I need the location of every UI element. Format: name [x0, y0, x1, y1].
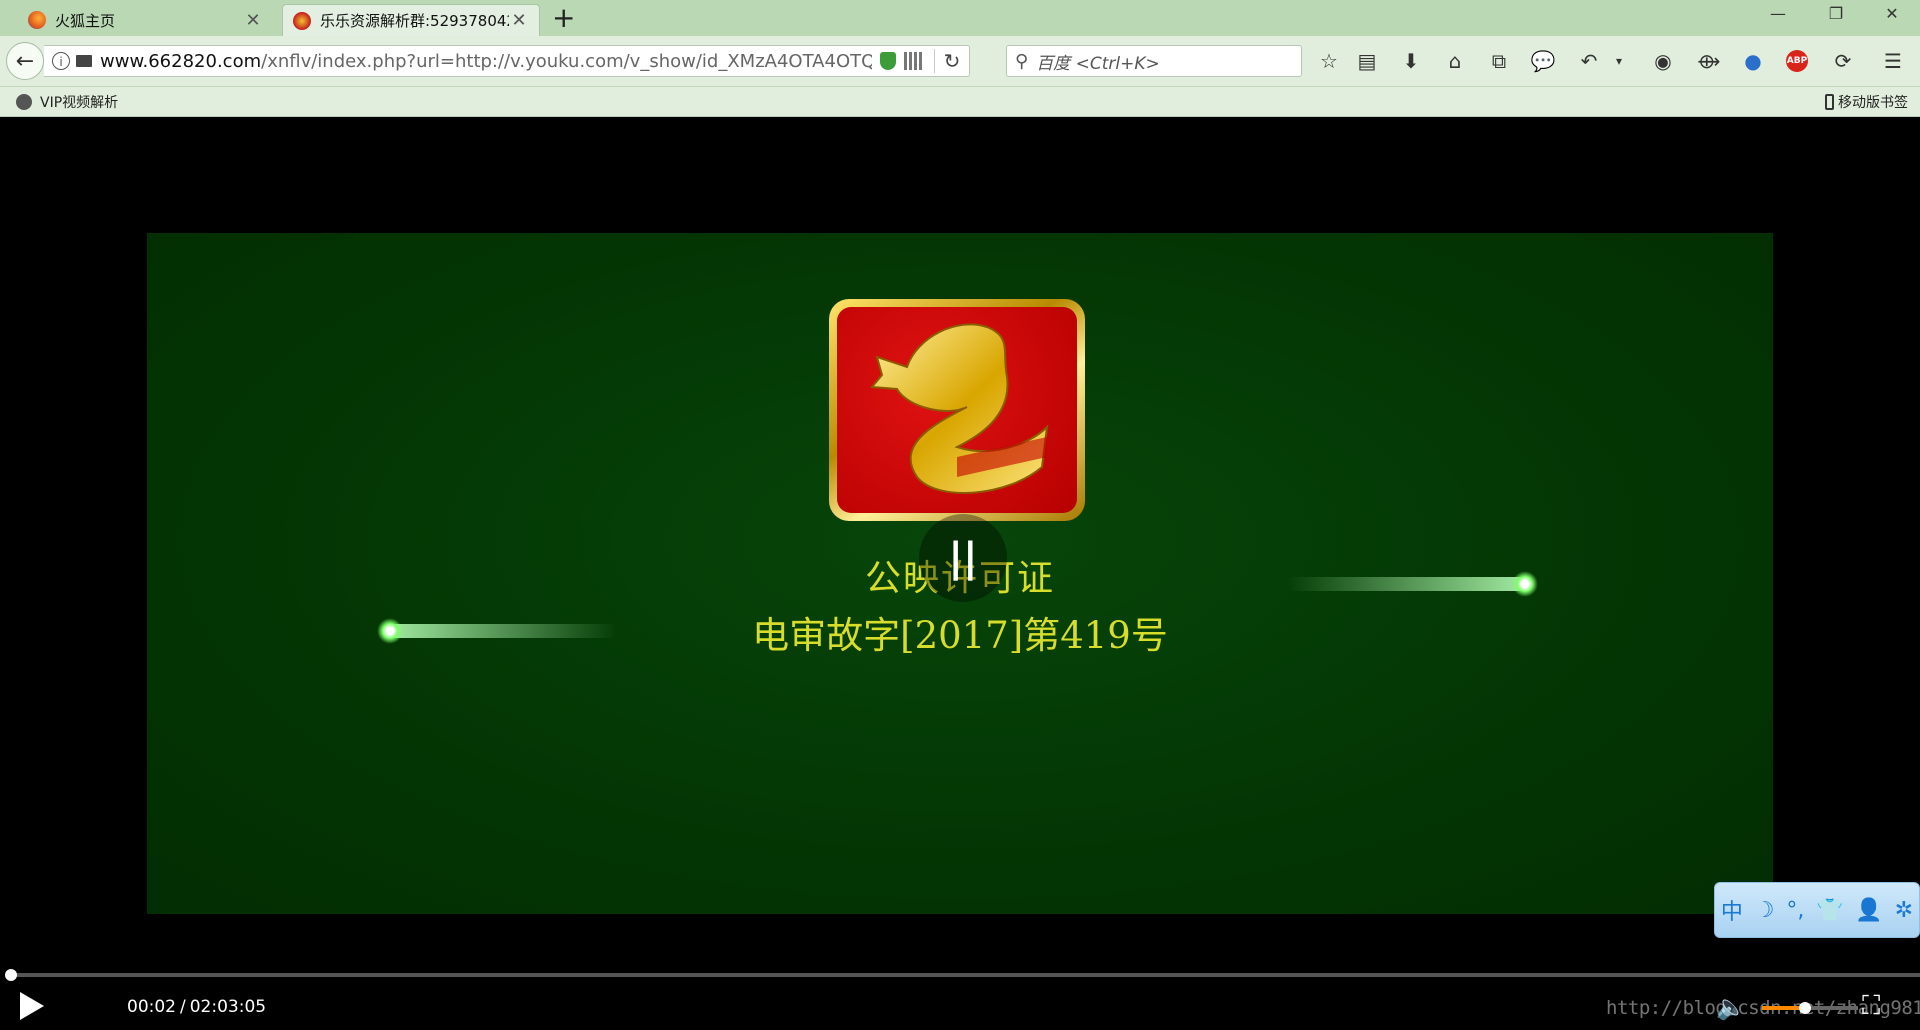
shield-icon[interactable] [880, 52, 896, 70]
sparkle [1512, 571, 1538, 597]
ime-skin-icon[interactable]: 👕 [1816, 898, 1843, 923]
back-button[interactable]: ← [6, 42, 44, 80]
light-streak [1287, 577, 1527, 591]
screenshot-icon[interactable]: ⧉ [1486, 48, 1512, 74]
ime-tools-icon[interactable]: ✲ [1895, 898, 1913, 923]
home-icon[interactable]: ⌂ [1442, 48, 1468, 74]
play-button[interactable] [20, 992, 44, 1020]
mobile-bookmarks-label: 移动版书签 [1838, 95, 1908, 111]
url-bar[interactable]: i www.662820.com/xnflv/index.php?url=htt… [44, 45, 970, 77]
minimize-button[interactable]: — [1758, 4, 1798, 30]
time-separator: / [180, 997, 186, 1017]
search-placeholder: 百度 <Ctrl+K> [1036, 53, 1160, 74]
light-streak [387, 624, 617, 638]
close-tab-icon[interactable]: ✕ [509, 10, 529, 31]
reload-icon[interactable]: ↻ [934, 49, 969, 73]
video-player[interactable]: 公映许可证 电审故字[2017]第419号 || 中 ☽ °, 👕 👤 ✲ 00… [0, 117, 1920, 1030]
time-display: 00:02/02:03:05 [127, 997, 266, 1017]
new-tab-button[interactable]: + [552, 3, 575, 33]
bookmark-vip[interactable]: VIP视频解析 [16, 92, 118, 112]
url-path: /xnflv/index.php?url=http://v.youku.com/… [261, 50, 872, 72]
globe-icon[interactable]: ● [1740, 48, 1766, 74]
volume-slider[interactable] [1762, 1002, 1858, 1014]
info-icon[interactable]: i [52, 52, 70, 70]
download-icon[interactable]: ⬇ [1398, 48, 1424, 74]
video-frame[interactable]: 公映许可证 电审故字[2017]第419号 || [147, 233, 1773, 914]
sparkle [377, 618, 403, 644]
qr-code-icon[interactable] [904, 52, 922, 70]
close-window-button[interactable]: ✕ [1872, 4, 1912, 30]
tab-bar: 火狐主页 ✕ 乐乐资源解析群:529378042 ✕ + — ❐ ✕ [0, 0, 1920, 36]
fullscreen-icon[interactable]: ⛶ [1862, 991, 1880, 1022]
undo-icon[interactable]: ↶ [1576, 48, 1602, 74]
close-tab-icon[interactable]: ✕ [243, 10, 263, 31]
page-icon [76, 55, 92, 67]
dragon-logo [829, 299, 1085, 521]
mobile-bookmarks[interactable]: 移动版书签 [1825, 92, 1908, 112]
site-favicon [293, 11, 311, 30]
progress-bar[interactable] [4, 969, 1920, 981]
url-domain: www.662820.com [100, 50, 262, 72]
firefox-icon [28, 11, 46, 29]
restore-button[interactable]: ❐ [1816, 4, 1856, 30]
reading-list-icon[interactable]: ▤ [1354, 48, 1380, 74]
camera-icon[interactable]: ◉ [1650, 48, 1676, 74]
tab-label: 火狐主页 [55, 11, 116, 30]
volume-icon[interactable]: 🔈 [1716, 993, 1746, 1021]
dropdown-icon[interactable]: ▾ [1612, 48, 1626, 74]
bookmarks-bar: VIP视频解析 移动版书签 [0, 87, 1920, 117]
tab-label: 乐乐资源解析群:529378042 [320, 12, 509, 30]
dragon-emblem-icon [869, 323, 1049, 494]
chat-icon[interactable]: 💬 [1530, 48, 1556, 74]
url-text[interactable]: www.662820.com/xnflv/index.php?url=http:… [100, 51, 872, 72]
sync-icon[interactable]: ⟳ [1830, 48, 1856, 74]
arrow-left-icon: ← [15, 48, 35, 74]
adblock-icon[interactable]: ABP [1786, 50, 1808, 72]
ime-punctuation-icon[interactable]: °, [1786, 898, 1804, 923]
tab-active-video[interactable]: 乐乐资源解析群:529378042 ✕ [282, 4, 540, 36]
ime-toolbar[interactable]: 中 ☽ °, 👕 👤 ✲ [1714, 882, 1920, 938]
share-icon[interactable]: ⟴ [1696, 48, 1722, 74]
bookmark-icon [16, 94, 32, 110]
ime-chinese-toggle[interactable]: 中 [1721, 894, 1743, 926]
ime-moon-icon[interactable]: ☽ [1755, 898, 1775, 923]
progress-handle[interactable] [4, 969, 17, 981]
menu-icon[interactable]: ☰ [1880, 48, 1906, 74]
star-icon[interactable]: ☆ [1316, 48, 1342, 74]
current-time: 00:02 [127, 997, 176, 1017]
navigation-toolbar: ← i www.662820.com/xnflv/index.php?url=h… [0, 36, 1920, 87]
search-icon: ⚲ [1015, 50, 1029, 72]
ime-user-icon[interactable]: 👤 [1855, 898, 1882, 923]
search-input[interactable]: ⚲ 百度 <Ctrl+K> [1006, 45, 1302, 77]
tab-firefox-home[interactable]: 火狐主页 ✕ [18, 4, 273, 36]
pause-overlay-button[interactable]: || [919, 514, 1007, 602]
bookmark-label: VIP视频解析 [40, 95, 119, 111]
total-time: 02:03:05 [189, 997, 267, 1017]
mobile-icon [1825, 94, 1834, 110]
